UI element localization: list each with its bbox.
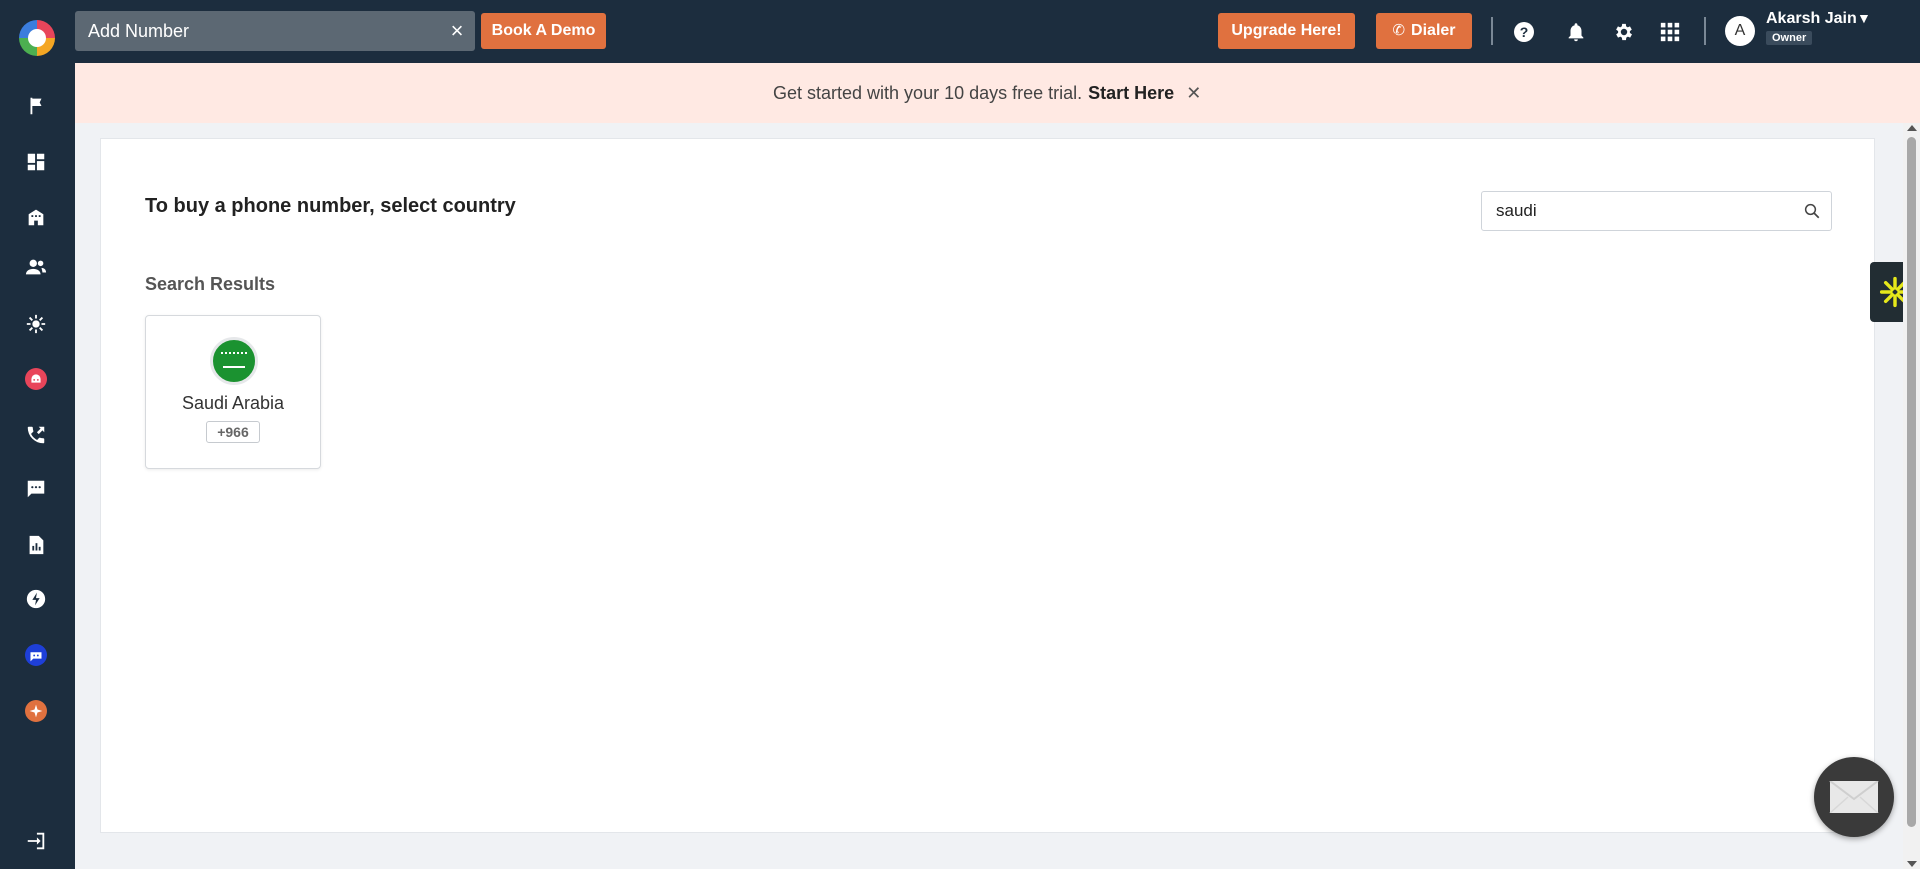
sparkle-icon[interactable] — [22, 697, 50, 725]
divider — [1491, 17, 1493, 45]
country-dial-code: +966 — [206, 421, 260, 443]
ai-assistant-icon[interactable] — [22, 641, 50, 669]
building-icon[interactable] — [22, 203, 50, 231]
scroll-thumb[interactable] — [1907, 137, 1916, 827]
phone-icon: ✆ — [1392, 22, 1406, 39]
gear-icon[interactable] — [1611, 19, 1637, 45]
power-dialer-icon[interactable] — [22, 585, 50, 613]
chat-launcher[interactable] — [1814, 757, 1894, 837]
close-icon[interactable]: ✕ — [1186, 83, 1201, 103]
dialer-label: Dialer — [1411, 22, 1456, 39]
country-card-saudi-arabia[interactable]: Saudi Arabia +966 — [145, 315, 321, 469]
svg-text:?: ? — [1520, 24, 1529, 40]
call-transfer-icon[interactable] — [22, 421, 50, 449]
sidebar — [0, 63, 75, 869]
search-results-heading: Search Results — [145, 274, 276, 294]
banner-text: Get started with your 10 days free trial… — [773, 83, 1083, 103]
start-here-link[interactable]: Start Here — [1088, 83, 1174, 103]
country-name: Saudi Arabia — [181, 393, 285, 413]
dashboard-icon[interactable] — [22, 148, 50, 176]
integrations-icon[interactable] — [22, 310, 50, 338]
add-number-input[interactable] — [75, 11, 435, 51]
upgrade-button[interactable]: Upgrade Here! — [1218, 13, 1355, 49]
scroll-up-arrow-icon[interactable] — [1907, 125, 1917, 131]
scroll-down-arrow-icon[interactable] — [1907, 861, 1917, 867]
book-demo-button[interactable]: Book A Demo — [481, 13, 606, 49]
envelope-icon — [1829, 781, 1879, 813]
buy-number-panel: To buy a phone number, select country Se… — [100, 138, 1875, 833]
flag-icon[interactable] — [22, 92, 50, 120]
page-title: To buy a phone number, select country — [145, 195, 516, 217]
reports-icon[interactable] — [22, 531, 50, 559]
user-role-badge: Owner — [1766, 31, 1813, 45]
dialer-button[interactable]: ✆ Dialer — [1376, 13, 1472, 49]
user-name[interactable]: Akarsh Jain — [1766, 10, 1857, 28]
country-search — [1481, 191, 1832, 231]
saudi-arabia-flag-icon — [210, 337, 258, 385]
apps-grid-icon[interactable] — [1657, 19, 1683, 45]
app-logo-icon[interactable] — [19, 20, 55, 56]
close-icon[interactable]: × — [447, 20, 467, 42]
logout-icon[interactable] — [22, 827, 50, 855]
search-icon[interactable] — [1803, 202, 1821, 220]
chat-icon[interactable] — [22, 475, 50, 503]
chevron-down-icon[interactable]: ▼ — [1857, 10, 1871, 26]
contacts-icon[interactable] — [22, 253, 50, 281]
bell-icon[interactable] — [1563, 19, 1589, 45]
bot-icon[interactable] — [22, 365, 50, 393]
add-number-search: × — [75, 11, 475, 51]
top-navigation-bar: × Book A Demo Upgrade Here! ✆Dialer ? A … — [0, 0, 1920, 63]
help-icon[interactable]: ? — [1511, 19, 1537, 45]
divider — [1704, 17, 1706, 45]
country-search-input[interactable] — [1482, 192, 1792, 230]
avatar[interactable]: A — [1725, 16, 1755, 46]
page-scrollbar[interactable] — [1903, 123, 1920, 869]
trial-banner: Get started with your 10 days free trial… — [75, 63, 1920, 123]
